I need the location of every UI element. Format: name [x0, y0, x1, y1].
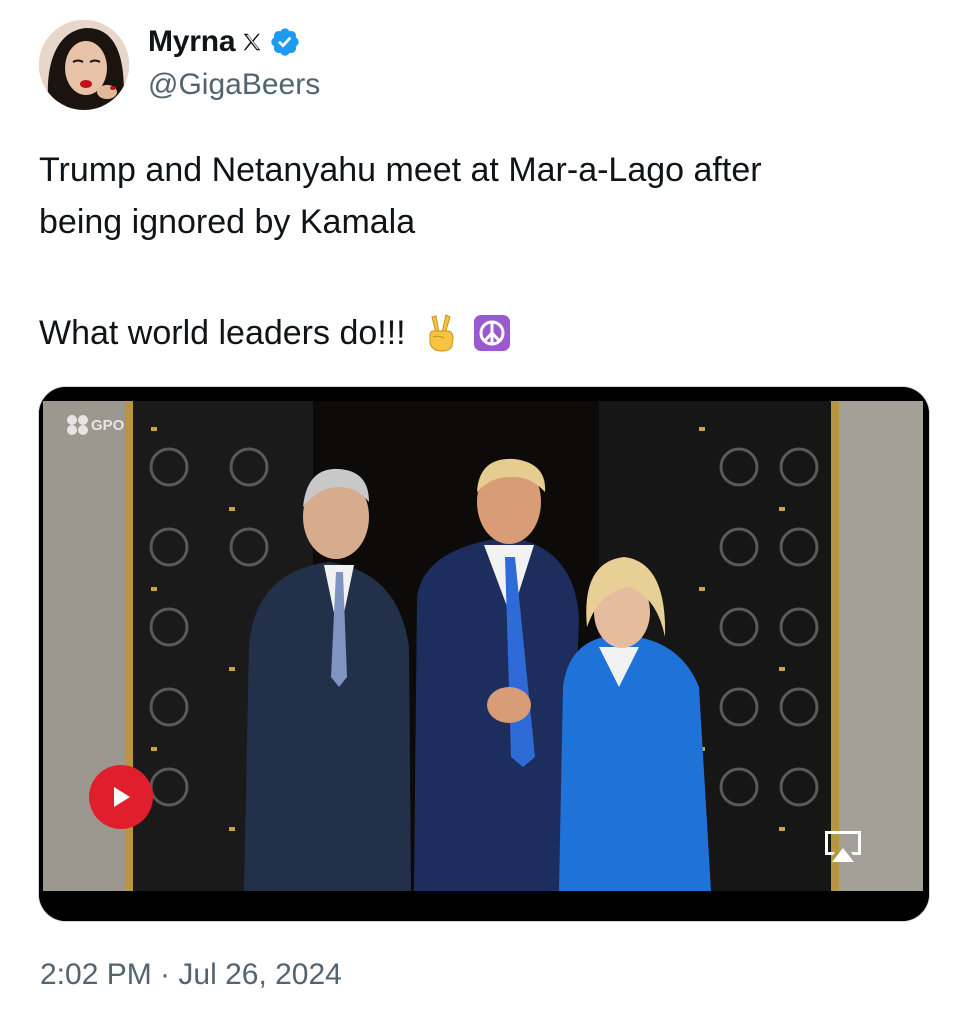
verified-badge-icon [269, 26, 301, 58]
gpo-watermark: GPO [65, 413, 124, 437]
tweet-text-line-2: being ignored by Kamala [39, 203, 416, 241]
play-icon [114, 787, 130, 807]
tweet-text-line-3-label: What world leaders do!!! [39, 314, 406, 352]
tweet-timestamp[interactable]: 2:02 PM · Jul 26, 2024 [40, 958, 342, 992]
x-logo-icon [241, 31, 263, 53]
avatar-image [39, 20, 129, 110]
display-name[interactable]: Myrna [148, 25, 236, 59]
author-name-row[interactable]: Myrna [148, 22, 301, 62]
peace-symbol-emoji-icon [473, 315, 510, 351]
tweet-card: Myrna @GigaBeers Trump and Netanyahu mee… [0, 0, 968, 1024]
gpo-watermark-label: GPO [91, 416, 125, 434]
author-handle[interactable]: @GigaBeers [148, 68, 320, 102]
tweet-text-line-1: Trump and Netanyahu meet at Mar-a-Lago a… [39, 151, 762, 189]
avatar[interactable] [39, 20, 129, 110]
gpo-logo-icon [67, 415, 88, 435]
airplay-icon [825, 831, 861, 862]
airplay-button[interactable] [819, 827, 867, 867]
tweet-text-line-3: What world leaders do!!! [39, 307, 919, 359]
video-thumbnail [39, 387, 929, 921]
victory-hand-emoji-icon [424, 313, 458, 353]
video-player[interactable]: GPO [38, 386, 930, 922]
play-button[interactable] [89, 765, 153, 829]
